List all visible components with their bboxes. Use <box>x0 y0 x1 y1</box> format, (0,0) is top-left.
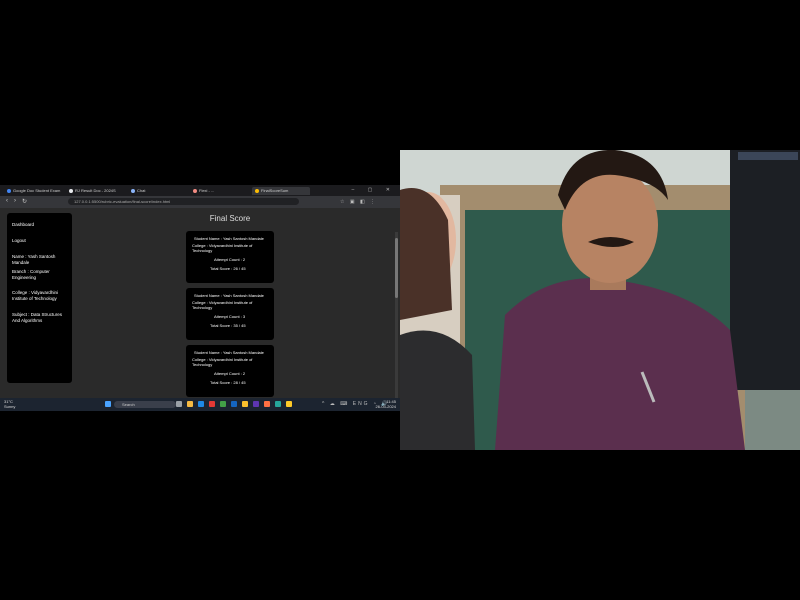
window-controls[interactable]: – ▢ ✕ <box>352 187 396 193</box>
tab-favicon <box>193 188 197 193</box>
task-view-icon[interactable] <box>176 401 182 407</box>
browser-tab[interactable]: RJ Result Doc - 2024S <box>66 187 129 195</box>
shared-screen: Google Doc Student Exam RJ Result Doc - … <box>0 185 400 411</box>
tab-label: Google Doc Student Exam <box>13 188 61 193</box>
webcam-image <box>400 150 800 450</box>
app-icon[interactable] <box>275 401 281 407</box>
card-student-name: Student Name : Yash Santosh Mandale <box>194 236 264 241</box>
app-icon[interactable] <box>220 401 226 407</box>
card-student-name: Student Name : Yash Santosh Mandale <box>194 293 264 298</box>
extension-icons[interactable]: ☆ ▣ ◧ ⋮ <box>340 199 377 205</box>
tab-label: RJ Result Doc - 2024S <box>75 188 116 193</box>
browser-tab[interactable]: Chat <box>128 187 191 195</box>
app-icon[interactable] <box>209 401 215 407</box>
tab-favicon <box>7 188 11 193</box>
card-college-cont: Technology <box>192 248 213 253</box>
card-student-name: Student Name : Yash Santosh Mandale <box>194 350 264 355</box>
card-attempt-count: Attempt Count : 2 <box>214 257 246 262</box>
tab-favicon <box>131 188 135 193</box>
score-card: Student Name : Yash Santosh Mandale Coll… <box>186 345 274 397</box>
weather-widget[interactable]: 31°C Sunny <box>4 399 16 409</box>
sidebar: Dashboard Logout Name : Yash Santosh Man… <box>7 213 72 383</box>
page-scrollbar[interactable] <box>395 232 398 411</box>
card-total-score: Total Score : 28 / 45 <box>210 380 246 385</box>
weather-desc: Sunny <box>4 403 16 409</box>
tab-label: FinalScoreSum <box>261 188 289 193</box>
card-college-cont: Technology <box>192 362 213 367</box>
file-explorer-icon[interactable] <box>187 401 193 407</box>
clock[interactable]: 11:45 26-03-2024 <box>375 399 396 409</box>
card-total-score: Total Score : 26 / 45 <box>210 266 246 271</box>
sidebar-college: College : Vidyavardhini Institute of Tec… <box>12 290 58 301</box>
scroll-thumb[interactable] <box>395 238 398 298</box>
edge-icon[interactable] <box>198 401 204 407</box>
sidebar-item-dashboard[interactable]: Dashboard <box>12 222 70 228</box>
app-icon[interactable] <box>286 401 292 407</box>
chrome-icon[interactable] <box>242 401 248 407</box>
browser-tab[interactable]: Google Doc Student Exam <box>4 187 67 195</box>
sidebar-subject: Subject : Data Structures And Algorithms <box>12 312 63 323</box>
forward-icon[interactable]: › <box>14 198 16 204</box>
app-icon[interactable] <box>253 401 259 407</box>
taskbar-search[interactable]: Search <box>114 401 176 408</box>
tab-label: Chat <box>137 188 146 193</box>
app-icon[interactable] <box>264 401 270 407</box>
browser-tab-active[interactable]: FinalScoreSum <box>252 187 310 195</box>
windows-taskbar: 31°C Sunny Search ^ ☁ ⌨ ENG ◔ 🔊 11:45 26… <box>0 398 400 411</box>
tab-favicon <box>255 188 259 193</box>
browser-tab[interactable]: Flexi - ... <box>190 187 253 195</box>
browser-tab-bar: Google Doc Student Exam RJ Result Doc - … <box>0 185 400 196</box>
reload-icon[interactable]: ↻ <box>22 198 27 205</box>
back-icon[interactable]: ‹ <box>6 198 8 204</box>
card-attempt-count: Attempt Count : 3 <box>214 314 246 319</box>
url-input[interactable]: 127.0.0.1:5500/rubric-evaluation/final-s… <box>68 198 299 205</box>
clock-date: 26-03-2024 <box>375 403 396 409</box>
start-icon[interactable] <box>105 401 111 407</box>
page-content: Dashboard Logout Name : Yash Santosh Man… <box>0 208 400 411</box>
tab-label: Flexi - ... <box>199 188 215 193</box>
sidebar-item-logout[interactable]: Logout <box>12 238 70 244</box>
card-attempt-count: Attempt Count : 2 <box>214 371 246 376</box>
sidebar-student-name: Name : Yash Santosh Mandale <box>12 254 56 265</box>
sidebar-branch: Branch : Computer Engineering <box>12 269 50 280</box>
card-total-score: Total Score : 35 / 45 <box>210 323 246 328</box>
vscode-icon[interactable] <box>231 401 237 407</box>
tab-favicon <box>69 188 73 193</box>
score-card: Student Name : Yash Santosh Mandale Coll… <box>186 288 274 340</box>
page-title: Final Score <box>209 214 251 223</box>
card-college-cont: Technology <box>192 305 213 310</box>
webcam-video <box>400 150 800 450</box>
address-bar-row: ‹ › ↻ 127.0.0.1:5500/rubric-evaluation/f… <box>0 196 400 208</box>
score-card: Student Name : Yash Santosh Mandale Coll… <box>186 231 274 283</box>
